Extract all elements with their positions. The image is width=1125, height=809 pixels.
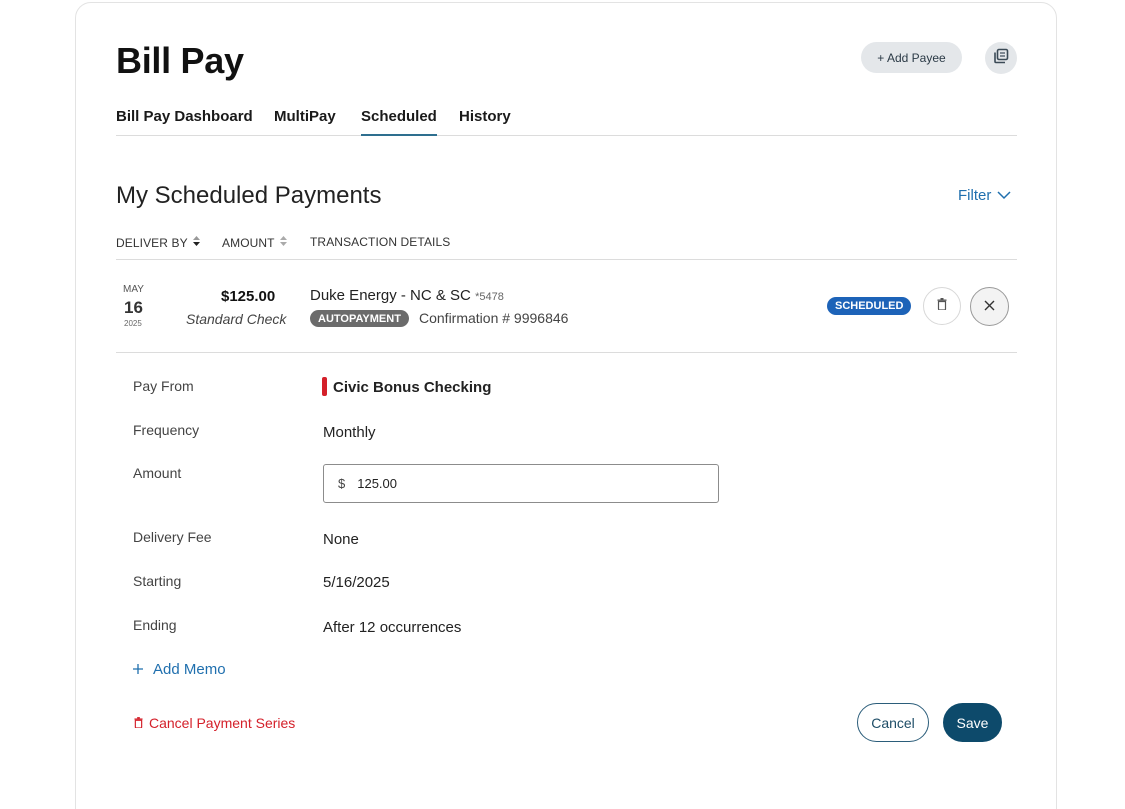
payee-name-text: Duke Energy - NC & SC — [310, 287, 471, 304]
deliver-by-header: DELIVER BY — [116, 235, 188, 250]
save-button[interactable]: Save — [943, 703, 1002, 742]
sort-icon — [279, 235, 288, 250]
add-memo-label: Add Memo — [153, 661, 226, 678]
transaction-details-header: TRANSACTION DETAILS — [310, 235, 451, 249]
copy-button[interactable] — [985, 42, 1017, 74]
tab-bill-pay-dashboard[interactable]: Bill Pay Dashboard — [116, 108, 253, 136]
divider — [116, 259, 1017, 260]
deliver-day: 16 — [124, 298, 143, 317]
bill-pay-tabs: Bill Pay Dashboard MultiPay Scheduled Hi… — [116, 108, 1017, 136]
delete-payment-button[interactable] — [923, 287, 961, 325]
page-title: Bill Pay — [116, 40, 244, 81]
frequency-value: Monthly — [323, 424, 376, 441]
collapse-button[interactable] — [970, 287, 1009, 326]
payment-method: Standard Check — [186, 311, 287, 327]
section-title: My Scheduled Payments — [116, 182, 382, 209]
trash-icon — [134, 715, 143, 731]
close-icon — [984, 298, 995, 316]
add-payee-button[interactable]: + Add Payee — [861, 42, 962, 73]
filter-button[interactable]: Filter — [958, 187, 1011, 204]
ending-value: After 12 occurrences — [323, 619, 462, 636]
confirmation-number: Confirmation # 9996846 — [419, 310, 569, 326]
delivery-fee-label: Delivery Fee — [133, 529, 212, 545]
sort-amount[interactable]: AMOUNT — [222, 235, 288, 250]
amount-input[interactable] — [357, 476, 688, 491]
tab-scheduled[interactable]: Scheduled — [361, 108, 437, 136]
amount-label: Amount — [133, 465, 182, 481]
tab-history[interactable]: History — [459, 108, 511, 136]
plus-icon — [133, 661, 143, 678]
cancel-button[interactable]: Cancel — [857, 703, 929, 742]
amount-field[interactable]: $ — [323, 464, 719, 503]
add-memo-link[interactable]: Add Memo — [133, 661, 226, 678]
pay-from-value[interactable]: Civic Bonus Checking — [333, 379, 491, 396]
account-color-marker — [322, 377, 327, 396]
payment-amount: $125.00 — [221, 288, 276, 305]
sort-deliver-by[interactable]: DELIVER BY — [116, 235, 201, 250]
trash-icon — [937, 297, 947, 315]
starting-value: 5/16/2025 — [323, 574, 390, 591]
cancel-payment-series-link[interactable]: Cancel Payment Series — [134, 715, 295, 731]
chevron-down-icon — [997, 187, 1011, 204]
delivery-fee-value: None — [323, 531, 359, 548]
pay-from-label: Pay From — [133, 378, 194, 394]
cancel-series-label: Cancel Payment Series — [149, 715, 296, 731]
deliver-year: 2025 — [124, 319, 142, 328]
frequency-label: Frequency — [133, 422, 200, 438]
copy-icon — [993, 48, 1009, 69]
starting-label: Starting — [133, 573, 182, 589]
divider — [116, 352, 1017, 353]
payee-name: Duke Energy - NC & SC *5478 — [310, 287, 504, 304]
currency-symbol: $ — [338, 476, 346, 491]
filter-label: Filter — [958, 187, 992, 204]
sort-desc-icon — [192, 235, 201, 250]
deliver-month: MAY — [123, 284, 144, 295]
status-badge: SCHEDULED — [827, 297, 912, 315]
payee-account: *5478 — [475, 291, 504, 303]
autopayment-badge: AUTOPAYMENT — [310, 310, 409, 327]
amount-header: AMOUNT — [222, 235, 275, 250]
ending-label: Ending — [133, 617, 177, 633]
tab-multipay[interactable]: MultiPay — [274, 108, 336, 136]
